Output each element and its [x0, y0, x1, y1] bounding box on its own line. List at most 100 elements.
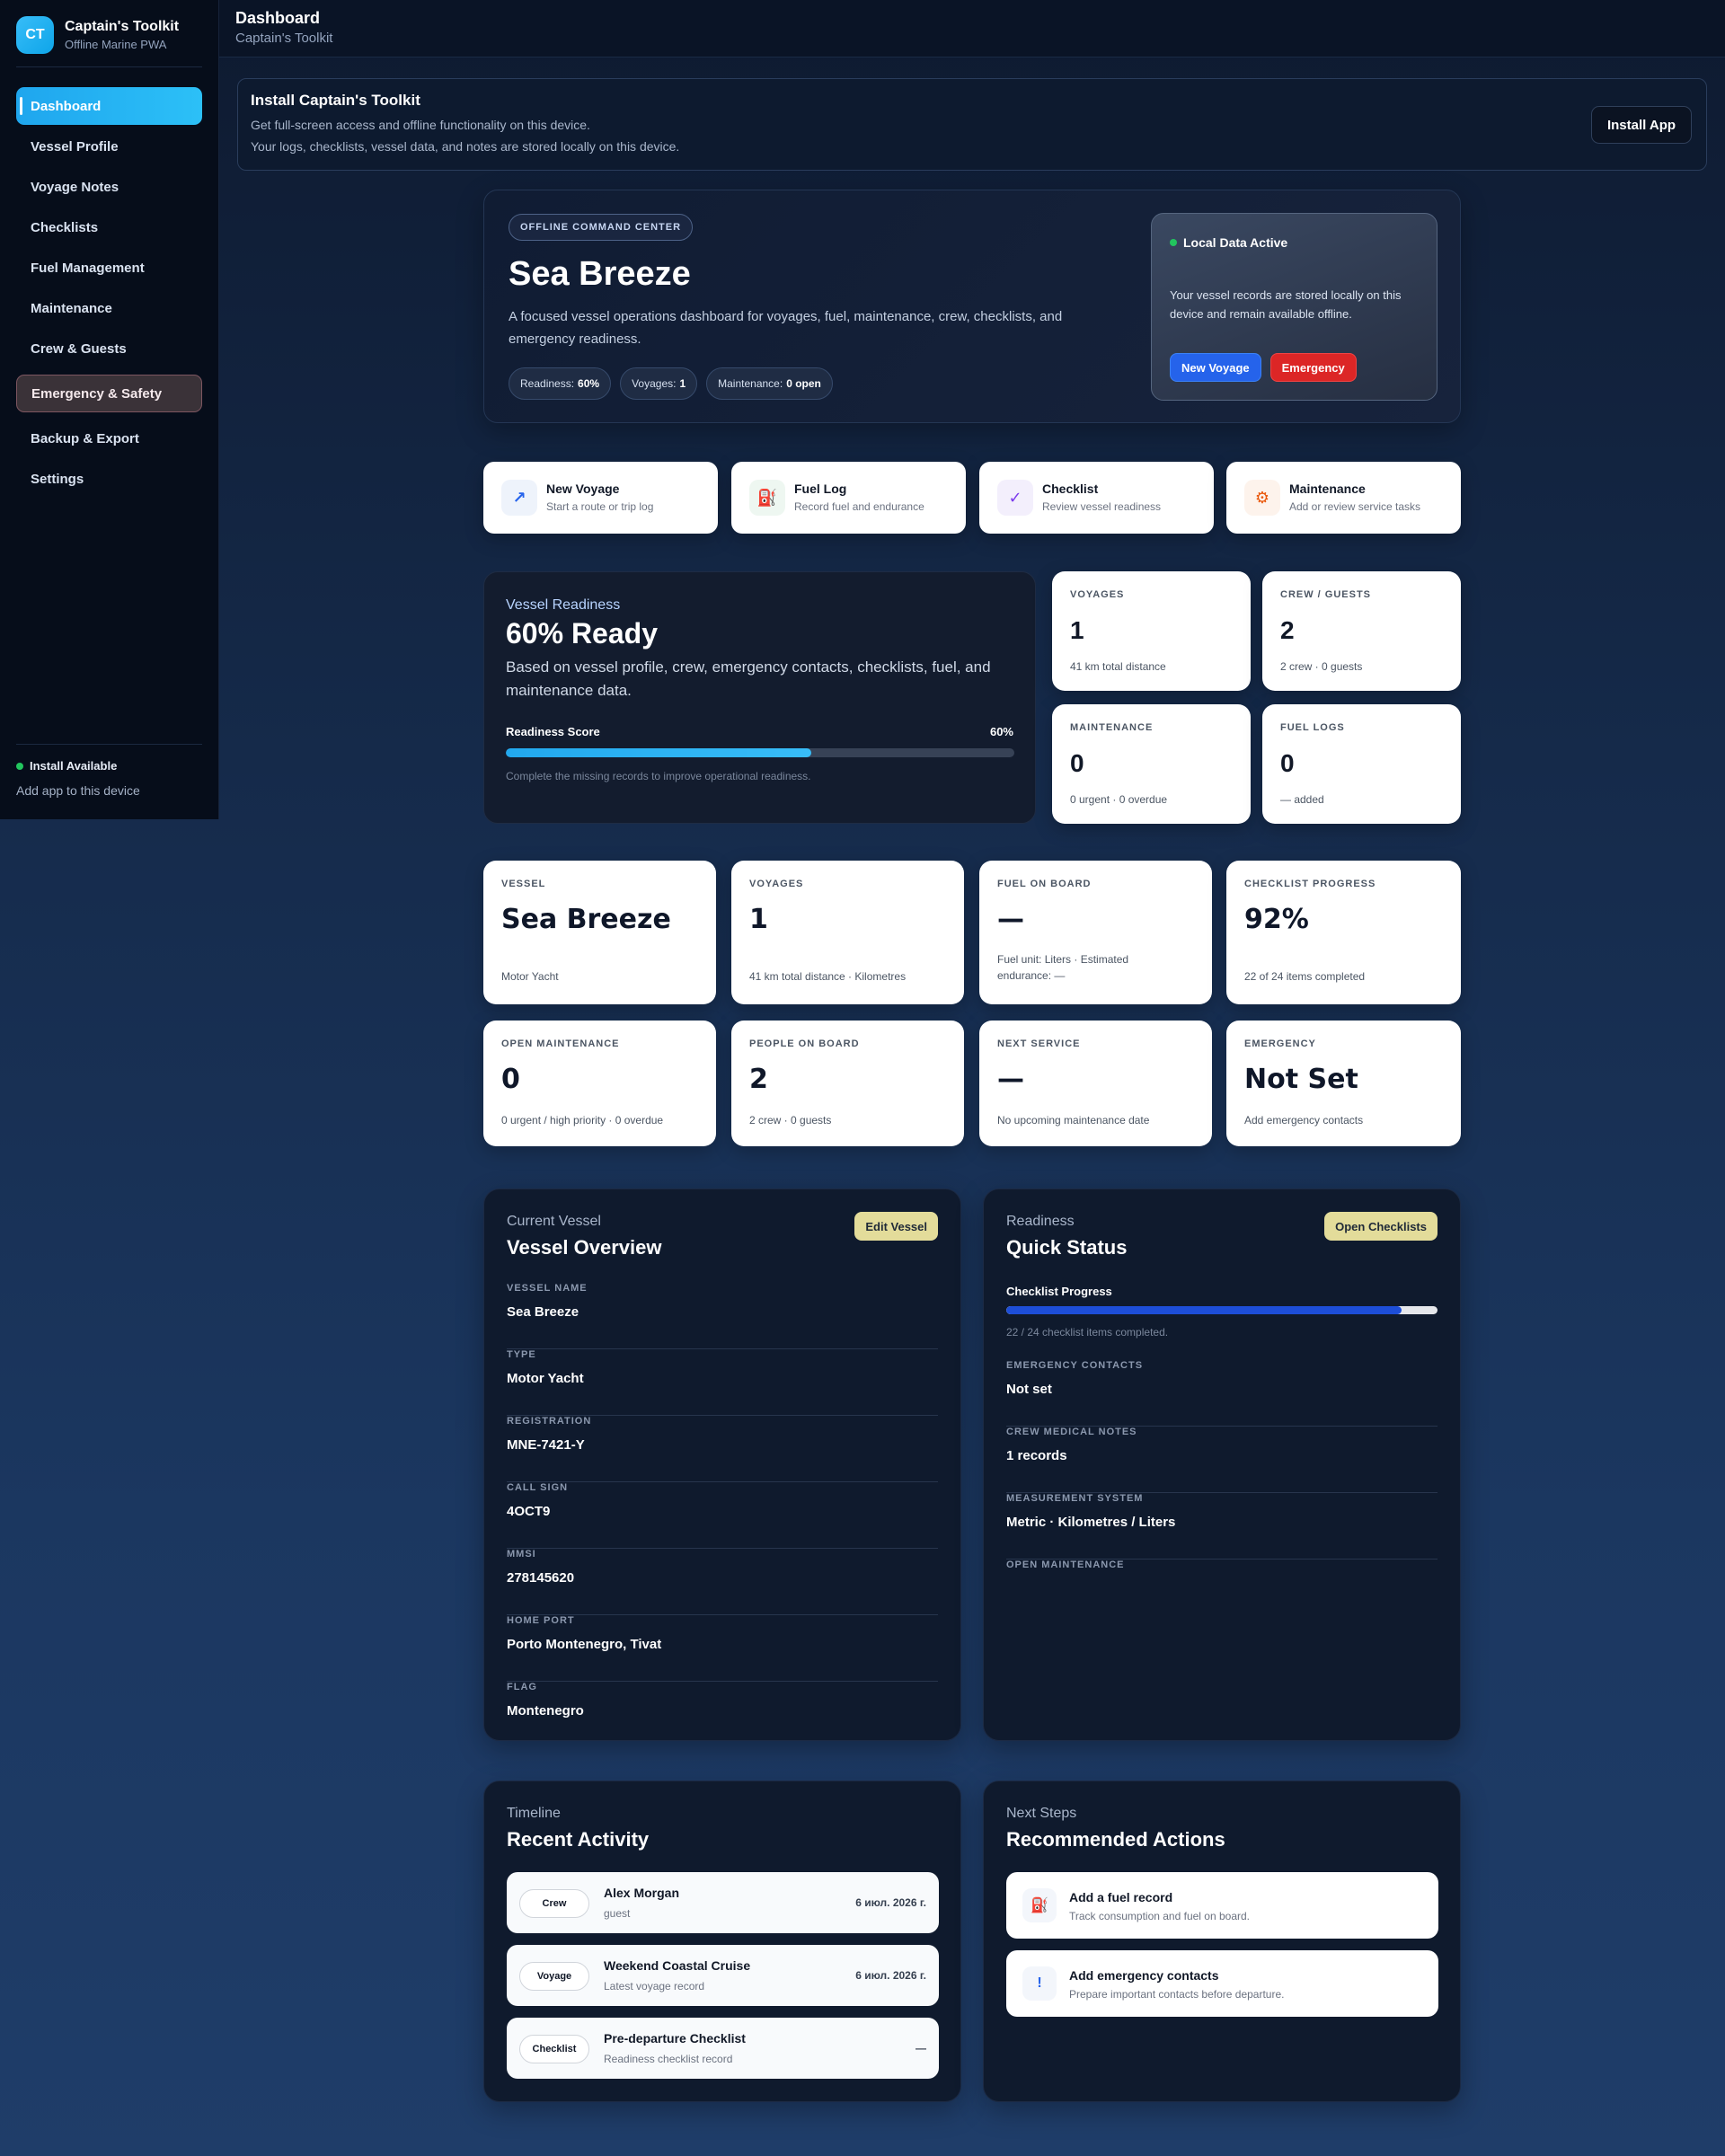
readiness-score-label: Readiness Score [506, 725, 600, 738]
activity-date: 6 июл. 2026 г. [855, 1896, 926, 1909]
page-subtitle: Captain's Toolkit [235, 31, 333, 46]
readiness-progress-fill [506, 748, 811, 757]
vessel-overview-panel: Current Vessel Vessel Overview Edit Vess… [483, 1188, 961, 1741]
app-logo: CT [16, 16, 54, 54]
sidebar-item-settings[interactable]: Settings [16, 460, 202, 498]
local-data-title: Local Data Active [1183, 235, 1288, 250]
stat-vessel[interactable]: VESSEL Sea Breeze Motor Yacht [483, 861, 716, 1004]
install-app-button[interactable]: Install App [1591, 106, 1692, 144]
quick-action-new-voyage[interactable]: ↗ New Voyage Start a route or trip log [483, 462, 718, 534]
brand[interactable]: CT Captain's Toolkit Offline Marine PWA [16, 16, 179, 54]
readiness-title: 60% Ready [506, 617, 658, 649]
activity-date: — [916, 2042, 926, 2054]
activity-item[interactable]: Crew Alex Morgan guest 6 июл. 2026 г. [507, 1872, 939, 1933]
field-emergency-contacts: EMERGENCY CONTACTS Not set [1006, 1360, 1438, 1427]
open-checklists-button[interactable]: Open Checklists [1324, 1212, 1438, 1241]
install-banner-line1: Get full-screen access and offline funct… [251, 118, 590, 132]
hero-badge: OFFLINE COMMAND CENTER [509, 214, 694, 241]
stat-fuel-on-board[interactable]: FUEL ON BOARD — Fuel unit: Liters · Esti… [979, 861, 1212, 1004]
quick-action-sub: Review vessel readiness [1042, 500, 1162, 513]
stat-open-maintenance[interactable]: OPEN MAINTENANCE 0 0 urgent / high prior… [483, 1021, 716, 1146]
recommendation-add-emergency-contacts[interactable]: ! Add emergency contacts Prepare importa… [1006, 1950, 1438, 2017]
activity-title: Pre-departure Checklist [604, 2031, 746, 2046]
quick-action-title: New Voyage [546, 482, 620, 496]
new-voyage-button[interactable]: New Voyage [1170, 353, 1261, 382]
sidebar-item-vessel-profile[interactable]: Vessel Profile [16, 128, 202, 165]
readiness-over: Vessel Readiness [506, 597, 621, 613]
sidebar-item-emergency-safety[interactable]: Emergency & Safety [16, 375, 202, 412]
panel-title: Recent Activity [507, 1828, 650, 1851]
sidebar-item-checklists[interactable]: Checklists [16, 208, 202, 246]
voyages-pill: Voyages: 1 [620, 367, 698, 400]
stat-voyages[interactable]: VOYAGES 1 41 km total distance · Kilomet… [731, 861, 964, 1004]
quick-action-fuel-log[interactable]: ⛽ Fuel Log Record fuel and endurance [731, 462, 966, 534]
recommended-actions-panel: Next Steps Recommended Actions ⛽ Add a f… [983, 1780, 1461, 2102]
emergency-button[interactable]: Emergency [1269, 353, 1357, 382]
recommendation-add-fuel-record[interactable]: ⛽ Add a fuel record Track consumption an… [1006, 1872, 1438, 1939]
sidebar-item-backup-export[interactable]: Backup & Export [16, 420, 202, 457]
mini-stat-maintenance[interactable]: MAINTENANCE 0 0 urgent · 0 overdue [1052, 704, 1251, 824]
sidebar-item-fuel-management[interactable]: Fuel Management [16, 249, 202, 287]
sidebar-item-dashboard[interactable]: Dashboard [16, 87, 202, 125]
activity-tag: Checklist [519, 2035, 589, 2063]
maintenance-pill: Maintenance: 0 open [706, 367, 833, 400]
readiness-description: Based on vessel profile, crew, emergency… [506, 658, 991, 699]
sidebar-divider [16, 66, 202, 67]
arrow-icon: ↗ [501, 480, 537, 516]
status-dot-icon [16, 762, 23, 770]
panel-title: Vessel Overview [507, 1236, 662, 1259]
field-type: TYPE Motor Yacht [507, 1349, 938, 1416]
quick-action-title: Checklist [1042, 482, 1099, 496]
activity-title: Alex Morgan [604, 1886, 680, 1900]
stat-next-service[interactable]: NEXT SERVICE — No upcoming maintenance d… [979, 1021, 1212, 1146]
stat-emergency[interactable]: EMERGENCY Not Set Add emergency contacts [1226, 1021, 1461, 1146]
stat-value: 2 [1280, 616, 1295, 644]
install-status-sub: Add app to this device [16, 783, 140, 798]
install-status-label: Install Available [30, 759, 118, 773]
activity-item[interactable]: Voyage Weekend Coastal Cruise Latest voy… [507, 1945, 939, 2006]
sidebar-item-voyage-notes[interactable]: Voyage Notes [16, 168, 202, 206]
stat-label: CHECKLIST PROGRESS [1244, 879, 1376, 889]
field-measurement-system: MEASUREMENT SYSTEM Metric · Kilometres / … [1006, 1493, 1438, 1560]
edit-vessel-button[interactable]: Edit Vessel [854, 1212, 938, 1241]
sidebar-item-crew-guests[interactable]: Crew & Guests [16, 330, 202, 367]
local-data-card: Local Data Active Your vessel records ar… [1151, 213, 1438, 401]
fuel-icon: ⛽ [1022, 1888, 1057, 1922]
readiness-progress-bar [506, 748, 1014, 757]
stat-sub: Fuel unit: Liters · Estimated endurance:… [997, 953, 1129, 982]
field-home-port: HOME PORT Porto Montenegro, Tivat [507, 1615, 938, 1682]
alert-icon: ! [1022, 1966, 1057, 2001]
app-title: Captain's Toolkit [65, 19, 180, 34]
field-registration: REGISTRATION MNE-7421-Y [507, 1416, 938, 1482]
stat-sub: No upcoming maintenance date [997, 1114, 1150, 1127]
stat-value: 0 [501, 1064, 520, 1095]
stat-label: VOYAGES [1070, 589, 1125, 600]
field-mmsi: MMSI 278145620 [507, 1549, 938, 1615]
stat-people-on-board[interactable]: PEOPLE ON BOARD 2 2 crew · 0 guests [731, 1021, 964, 1146]
stat-sub: 2 crew · 0 guests [749, 1114, 832, 1127]
status-dot-icon [1170, 239, 1177, 246]
sidebar-item-maintenance[interactable]: Maintenance [16, 289, 202, 327]
activity-item[interactable]: Checklist Pre-departure Checklist Readin… [507, 2018, 939, 2079]
quick-action-maintenance[interactable]: ⚙ Maintenance Add or review service task… [1226, 462, 1461, 534]
stat-checklist-progress[interactable]: CHECKLIST PROGRESS 92% 22 of 24 items co… [1226, 861, 1461, 1004]
check-icon: ✓ [997, 480, 1033, 516]
quick-action-checklist[interactable]: ✓ Checklist Review vessel readiness [979, 462, 1214, 534]
mini-stat-fuel-logs[interactable]: FUEL LOGS 0 — added [1262, 704, 1461, 824]
stat-value: Not Set [1244, 1064, 1358, 1095]
stat-sub: — added [1280, 793, 1324, 806]
activity-tag: Crew [519, 1889, 589, 1918]
stat-value: 2 [749, 1064, 768, 1095]
install-status[interactable]: Install Available Add app to this device [16, 759, 140, 798]
stat-value: Sea Breeze [501, 904, 671, 935]
quick-status-panel: Readiness Quick Status Open Checklists C… [983, 1188, 1461, 1741]
readiness-score-value: 60% [989, 725, 1013, 738]
stat-value: 92% [1244, 904, 1309, 935]
mini-stat-crew-guests[interactable]: CREW / GUESTS 2 2 crew · 0 guests [1262, 571, 1461, 691]
hero-card: OFFLINE COMMAND CENTER Sea Breeze A focu… [483, 190, 1461, 423]
mini-stat-voyages[interactable]: VOYAGES 1 41 km total distance [1052, 571, 1251, 691]
stat-label: NEXT SERVICE [997, 1038, 1081, 1049]
activity-date: 6 июл. 2026 г. [855, 1969, 926, 1982]
stat-label: OPEN MAINTENANCE [501, 1038, 620, 1049]
panel-title: Recommended Actions [1006, 1828, 1225, 1851]
